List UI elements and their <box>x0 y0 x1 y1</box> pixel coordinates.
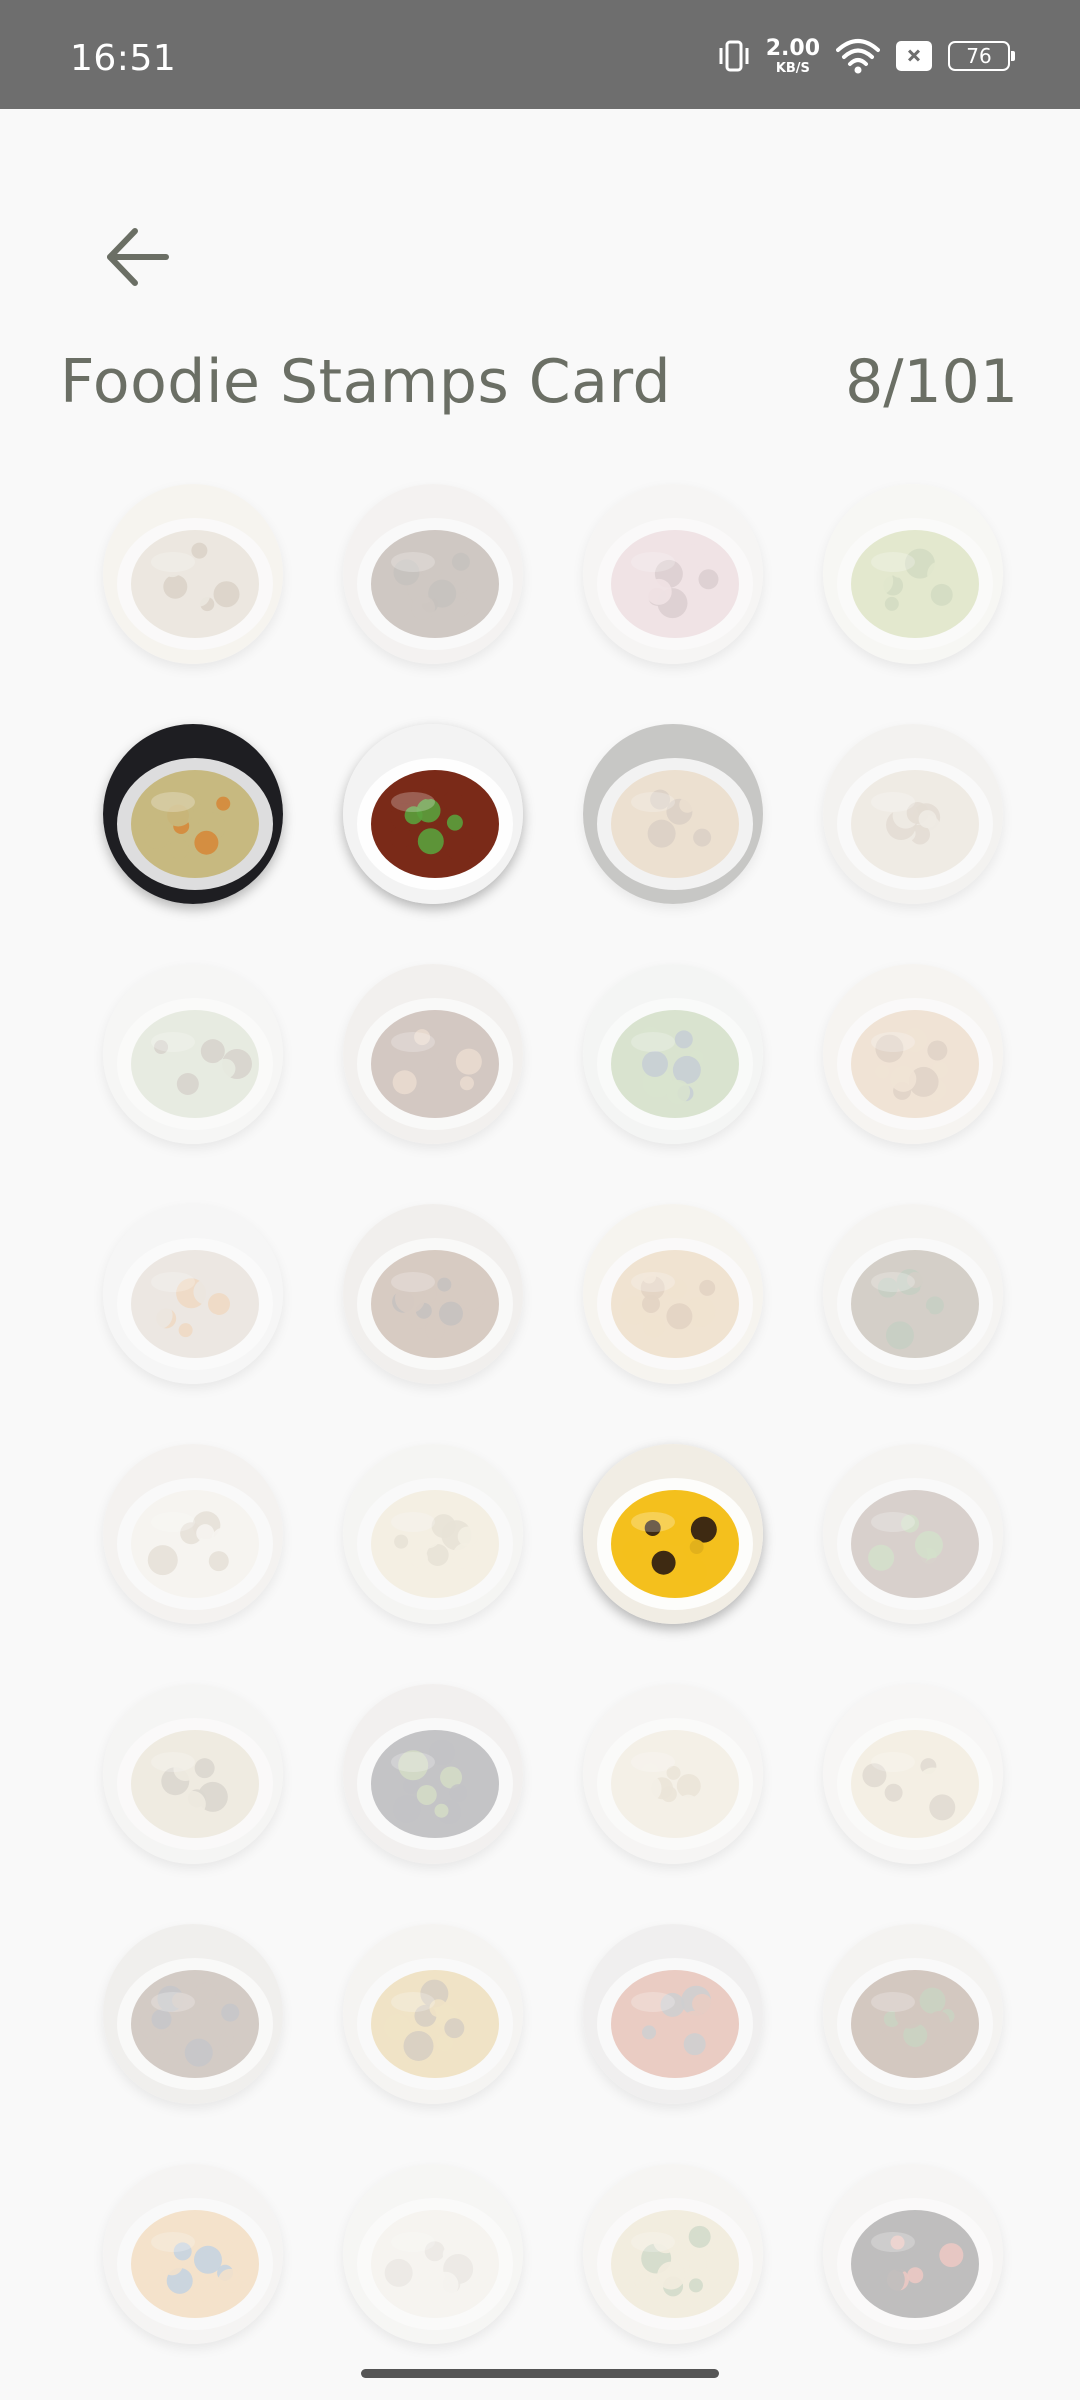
arrow-left-icon <box>107 228 169 286</box>
status-icons: 2.00 KB/S 76 <box>718 35 1015 76</box>
food-photo <box>103 484 283 664</box>
stamp-noodle-soup[interactable] <box>823 1684 1003 1864</box>
battery-icon: 76 <box>948 41 1015 71</box>
food-photo <box>103 724 283 904</box>
food-photo <box>103 2164 283 2344</box>
stamps-grid <box>103 484 1003 2344</box>
food-photo <box>103 1204 283 1384</box>
stamp-egg-drop-soup[interactable] <box>103 2164 283 2344</box>
stamp-congee[interactable] <box>583 2164 763 2344</box>
food-photo <box>823 1444 1003 1624</box>
food-photo <box>823 1924 1003 2104</box>
gesture-handle[interactable] <box>361 2369 719 2378</box>
stamp-mixed-platter[interactable] <box>823 1444 1003 1624</box>
food-photo <box>583 1684 763 1864</box>
food-photo <box>583 1204 763 1384</box>
network-speed-value: 2.00 <box>765 35 820 61</box>
stamp-braised-pork-rice[interactable] <box>343 724 523 904</box>
food-photo <box>583 724 763 904</box>
stamp-stir-fry-pan[interactable] <box>103 1924 283 2104</box>
food-photo <box>103 964 283 1144</box>
stamp-rice-noodle-salad[interactable] <box>103 1204 283 1384</box>
food-photo <box>343 964 523 1144</box>
stamp-braised-noodles-bowl[interactable] <box>343 484 523 664</box>
network-speed: 2.00 KB/S <box>765 35 820 76</box>
stamp-stir-fried-pork[interactable] <box>823 1924 1003 2104</box>
food-photo <box>343 2164 523 2344</box>
stamp-stewed-eggplant-pot[interactable] <box>343 1204 523 1384</box>
stamp-soup-dumpling-plates[interactable] <box>103 484 283 664</box>
food-photo <box>103 1924 283 2104</box>
stamp-sliced-pork-dish[interactable] <box>583 484 763 664</box>
stamp-mussels-plate[interactable] <box>343 1684 523 1864</box>
stamp-fried-chicken-cutlet[interactable] <box>583 1204 763 1384</box>
status-bar: 16:51 2.00 KB/S 76 <box>0 0 1080 109</box>
stamp-fried-rice[interactable] <box>583 1684 763 1864</box>
stamp-bubble-milk-tea[interactable] <box>823 724 1003 904</box>
food-photo <box>103 1684 283 1864</box>
food-photo <box>583 1444 763 1624</box>
stamp-tofu-block[interactable] <box>343 2164 523 2344</box>
network-speed-unit: KB/S <box>775 60 810 76</box>
stamp-wonton-soup[interactable] <box>103 1684 283 1864</box>
stamp-olives-platter[interactable] <box>823 2164 1003 2344</box>
stamp-herbal-soup[interactable] <box>343 964 523 1144</box>
food-photo <box>583 484 763 664</box>
food-photo <box>823 724 1003 904</box>
stamp-grilled-sausages[interactable] <box>583 1924 763 2104</box>
stamp-steamed-buns[interactable] <box>103 964 283 1144</box>
stamp-rolled-pancakes[interactable] <box>343 1444 523 1624</box>
stamp-count: 8/101 <box>845 347 1018 417</box>
food-photo <box>583 964 763 1144</box>
stamp-oyster-vermicelli[interactable] <box>103 724 283 904</box>
food-photo <box>823 484 1003 664</box>
food-photo <box>343 484 523 664</box>
stamp-grilled-corn[interactable] <box>343 1924 523 2104</box>
stamp-taro-ball-dessert[interactable] <box>583 1444 763 1624</box>
food-photo <box>583 1924 763 2104</box>
page-title: Foodie Stamps Card <box>60 347 672 417</box>
stamp-cucumber-salad[interactable] <box>583 964 763 1144</box>
food-photo <box>343 724 523 904</box>
food-photo <box>583 2164 763 2344</box>
stamp-beef-soup[interactable] <box>823 1204 1003 1384</box>
food-photo <box>343 1444 523 1624</box>
back-button[interactable] <box>92 212 182 302</box>
stamp-tofu-cubes[interactable] <box>583 724 763 904</box>
stamp-bean-sprouts[interactable] <box>103 1444 283 1624</box>
wifi-icon <box>836 38 880 74</box>
food-photo <box>823 1204 1003 1384</box>
vibrate-icon <box>718 36 750 76</box>
stamp-toast-box[interactable] <box>823 964 1003 1144</box>
food-photo <box>823 2164 1003 2344</box>
stamp-stir-fried-greens[interactable] <box>823 484 1003 664</box>
food-photo <box>343 1684 523 1864</box>
food-photo <box>823 964 1003 1144</box>
food-photo <box>823 1684 1003 1864</box>
food-photo <box>103 1444 283 1624</box>
status-time: 16:51 <box>70 38 177 79</box>
sim-off-icon <box>896 41 932 71</box>
food-photo <box>343 1204 523 1384</box>
food-photo <box>343 1924 523 2104</box>
battery-level: 76 <box>966 44 992 68</box>
